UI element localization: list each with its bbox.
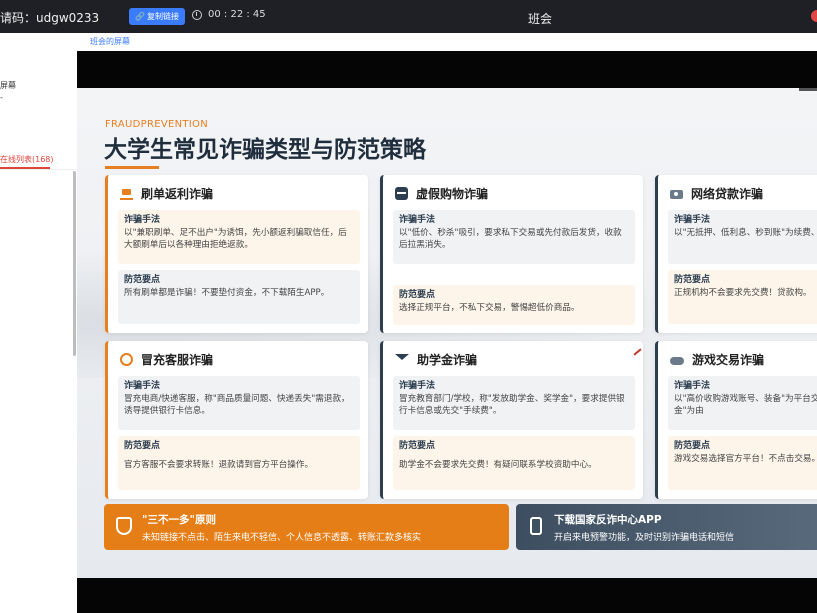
tip-label: 防范要点: [124, 441, 161, 451]
shield-icon: [116, 517, 132, 535]
card-title: 虚假购物诈骗: [416, 187, 489, 201]
banner-three-nots-principle: "三不一多"原则 未知链接不点击、陌生来电不轻信、个人信息不透露、转账汇款多核实: [104, 504, 509, 550]
divider: [0, 169, 77, 170]
tip-text: 助学金不会要求先交费！有疑问联系学校资助中心。: [399, 460, 597, 470]
method-block: 诈骗手法 以"兼职刷单、足不出户"为诱饵，先小额返利骗取信任，后大额刷单后以各种…: [118, 210, 360, 264]
method-text: 以"低价、秒杀"吸引，要求私下交易或先付款后发货，收款后拉黑消失。: [399, 228, 622, 250]
screen-share-header: 班会的屏幕: [77, 33, 817, 51]
screen-share-caption: 班会的屏幕: [90, 37, 130, 46]
banner-anti-fraud-app: 下载国家反诈中心APP 开启来电预警功能，及时识别诈骗电话和短信: [516, 504, 817, 550]
method-label: 诈骗手法: [124, 215, 161, 225]
card-title: 网络贷款诈骗: [691, 187, 764, 201]
share-marker: -: [0, 93, 3, 102]
method-text: 冒充电商/快递客服，称"商品质量问题、快递丢失"需退款，诱导提供银行卡信息。: [124, 394, 350, 416]
sidebar-scrollbar[interactable]: [73, 171, 76, 356]
card-header: 冒充客服诈骗: [120, 351, 213, 368]
method-block: 诈骗手法 以"无抵押、低利息、秒到账"为续费、保证金"。: [668, 210, 817, 264]
method-text: 以"无抵押、低利息、秒到账"为续费、保证金"。: [674, 228, 817, 238]
screen-share-label[interactable]: 屏幕: [0, 80, 16, 91]
tip-label: 防范要点: [399, 290, 436, 300]
tip-label: 防范要点: [399, 441, 436, 451]
card-online-loan-fraud: 网络贷款诈骗 诈骗手法 以"无抵押、低利息、秒到账"为续费、保证金"。 防范要点…: [655, 175, 817, 333]
letterbox-bottom: [77, 578, 817, 613]
card-header: 网络贷款诈骗: [670, 185, 763, 202]
tip-label: 防范要点: [674, 441, 711, 451]
letterbox-top: [77, 51, 817, 88]
link-icon: 🔗: [135, 12, 145, 21]
copy-link-button[interactable]: 🔗 复制链接: [129, 8, 185, 25]
method-block: 诈骗手法 冒充教育部门/学校，称"发放助学金、奖学金"，要求提供银行卡信息或先交…: [393, 376, 635, 430]
gamepad-icon: [670, 356, 684, 365]
tip-text: 正规机构不会要求先交费！贷款构。: [674, 288, 812, 298]
tip-text: 游戏交易选择官方平台！不点击交易。: [674, 454, 817, 464]
card-title: 刷单返利诈骗: [141, 187, 214, 201]
tip-label: 防范要点: [674, 275, 711, 285]
tip-block: 防范要点 助学金不会要求先交费！有疑问联系学校资助中心。: [393, 436, 635, 490]
tip-text: 官方客服不会要求转账！退款请到官方平台操作。: [124, 460, 314, 470]
method-label: 诈骗手法: [399, 215, 436, 225]
phone-icon: [530, 517, 542, 535]
headset-icon: [120, 353, 133, 366]
tip-block: 防范要点 游戏交易选择官方平台！不点击交易。: [668, 436, 817, 490]
slide-title: 大学生常见诈骗类型与防范策略: [104, 137, 426, 163]
tip-block: 防范要点 官方客服不会要求转账！退款请到官方平台操作。: [118, 436, 360, 490]
graduation-cap-icon: [395, 353, 409, 360]
card-title: 助学金诈骗: [417, 353, 478, 367]
method-text: 以"兼职刷单、足不出户"为诱饵，先小额返利骗取信任，后大额刷单后以各种理由拒绝返…: [124, 228, 347, 250]
copy-link-label: 复制链接: [146, 12, 179, 21]
slide-eyebrow: FRAUDPREVENTION: [105, 119, 209, 130]
card-header: 刷单返利诈骗: [120, 185, 213, 202]
card-game-trading-fraud: 游戏交易诈骗 诈骗手法 以"高价收购游戏账号、装备"为平台交易，后以"冻结资金"…: [655, 341, 817, 499]
banner-subtitle: 开启来电预警功能，及时识别诈骗电话和短信: [554, 533, 735, 543]
card-header: 助学金诈骗: [395, 351, 477, 368]
title-underline: [105, 166, 159, 169]
tip-block: 防范要点 正规机构不会要求先交费！贷款构。: [668, 270, 817, 324]
meeting-code: 请码：udgw0233: [0, 11, 100, 25]
tab-online-list[interactable]: 在线列表(168): [0, 154, 54, 165]
money-icon: [670, 190, 683, 199]
tip-block: 防范要点 选择正规平台，不私下交易，警惕超低价商品。: [393, 285, 635, 325]
shared-slide: FRAUDPREVENTION 大学生常见诈骗类型与防范策略 刷单返利诈骗 诈骗…: [77, 88, 817, 578]
method-label: 诈骗手法: [674, 381, 711, 391]
clock-icon: [192, 9, 202, 20]
method-text: 冒充教育部门/学校，称"发放助学金、奖学金"，要求提供银行卡信息或先交"手续费"…: [399, 394, 625, 416]
tip-text: 所有刷单都是诈骗！不要垫付资金，不下载陌生APP。: [124, 288, 330, 298]
meeting-timer: 00 : 22 : 45: [192, 9, 266, 20]
meeting-app: 请码：udgw0233 🔗 复制链接 00 : 22 : 45 班会 屏幕 - …: [0, 0, 817, 613]
top-bar: 请码：udgw0233 🔗 复制链接 00 : 22 : 45 班会: [0, 0, 817, 33]
method-block: 诈骗手法 冒充电商/快递客服，称"商品质量问题、快递丢失"需退款，诱导提供银行卡…: [118, 376, 360, 430]
card-fake-customer-service-fraud: 冒充客服诈骗 诈骗手法 冒充电商/快递客服，称"商品质量问题、快递丢失"需退款，…: [105, 341, 368, 499]
tip-label: 防范要点: [124, 275, 161, 285]
banner-title: "三不一多"原则: [142, 514, 216, 526]
slide-corner-mark: [799, 88, 817, 91]
card-fake-shopping-fraud: 虚假购物诈骗 诈骗手法 以"低价、秒杀"吸引，要求私下交易或先付款后发货，收款后…: [380, 175, 643, 333]
method-block: 诈骗手法 以"低价、秒杀"吸引，要求私下交易或先付款后发货，收款后拉黑消失。: [393, 210, 635, 264]
banner-subtitle: 未知链接不点击、陌生来电不轻信、个人信息不透露、转账汇款多核实: [142, 533, 422, 543]
timer-value: 00 : 22 : 45: [208, 9, 266, 20]
card-student-aid-fraud: 助学金诈骗 诈骗手法 冒充教育部门/学校，称"发放助学金、奖学金"，要求提供银行…: [380, 341, 643, 499]
card-click-farming-fraud: 刷单返利诈骗 诈骗手法 以"兼职刷单、足不出户"为诱饵，先小额返利骗取信任，后大…: [105, 175, 368, 333]
close-icon[interactable]: [811, 10, 817, 22]
left-sidebar: 屏幕 - 在线列表(168): [0, 33, 77, 613]
tip-text: 选择正规平台，不私下交易，警惕超低价商品。: [399, 303, 580, 313]
tip-block: 防范要点 所有刷单都是诈骗！不要垫付资金，不下载陌生APP。: [118, 270, 360, 324]
box-icon: [395, 187, 408, 200]
method-label: 诈骗手法: [124, 381, 161, 391]
method-label: 诈骗手法: [399, 381, 436, 391]
banner-title: 下载国家反诈中心APP: [554, 514, 662, 526]
method-label: 诈骗手法: [674, 215, 711, 225]
card-header: 虚假购物诈骗: [395, 185, 488, 202]
card-title: 游戏交易诈骗: [692, 353, 765, 367]
method-text: 以"高价收购游戏账号、装备"为平台交易，后以"冻结资金"为由: [674, 394, 817, 416]
cart-icon: [120, 187, 133, 200]
card-title: 冒充客服诈骗: [141, 353, 214, 367]
room-title: 班会: [528, 12, 553, 26]
card-header: 游戏交易诈骗: [670, 351, 764, 368]
method-block: 诈骗手法 以"高价收购游戏账号、装备"为平台交易，后以"冻结资金"为由: [668, 376, 817, 430]
